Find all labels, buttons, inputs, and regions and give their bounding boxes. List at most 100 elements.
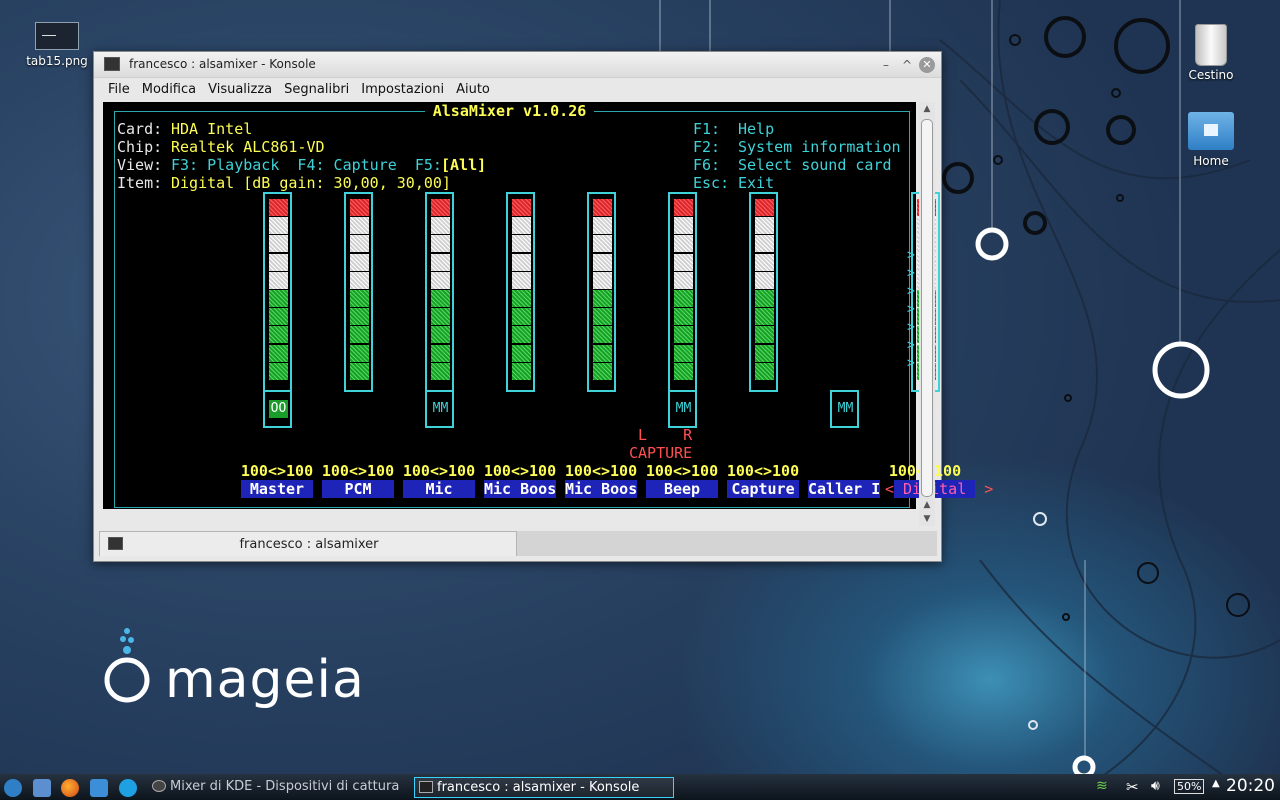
volume-bar-segment	[350, 362, 369, 380]
clock[interactable]: 20:20	[1226, 776, 1275, 796]
help-text-f2: System information	[738, 138, 901, 156]
menu-impostazioni[interactable]: Impostazioni	[355, 82, 450, 97]
volume-bar-segment	[674, 217, 693, 235]
skype-icon[interactable]	[119, 779, 137, 797]
channel-label[interactable]: Mic	[403, 480, 475, 498]
desktop-icon-tab15[interactable]: tab15.png	[22, 22, 92, 68]
volume-bar-segment	[350, 271, 369, 289]
volume-icon[interactable]: 🔊︎	[1151, 778, 1160, 794]
tray-expand-icon[interactable]: ▲	[1212, 778, 1220, 789]
menu-segnalibri[interactable]: Segnalibri	[278, 82, 355, 97]
mute-toggle[interactable]: OO	[263, 390, 292, 428]
maximize-icon[interactable]: ^	[899, 57, 915, 73]
terminal-icon	[104, 57, 120, 71]
scroll-up-icon[interactable]: ▲	[919, 102, 935, 116]
volume-bar[interactable]	[344, 192, 373, 392]
scrollbar-thumb[interactable]	[921, 119, 933, 497]
tab-label: francesco : alsamixer	[239, 537, 379, 552]
volume-bar-segment	[674, 344, 693, 362]
volume-bar-segment	[512, 199, 531, 216]
chip-key: Chip:	[117, 138, 163, 156]
card-value: HDA Intel	[171, 120, 253, 138]
channel-label[interactable]: Capture	[727, 480, 799, 498]
volume-bar-segment	[755, 326, 774, 344]
menu-visualizza[interactable]: Visualizza	[202, 82, 278, 97]
volume-bar-segment	[350, 199, 369, 216]
channel-label[interactable]: PCM	[322, 480, 394, 498]
volume-bar-segment	[512, 362, 531, 380]
volume-bar-segment	[674, 199, 693, 216]
task-kmix[interactable]: Mixer di KDE - Dispositivi di cattura	[148, 777, 410, 798]
menubar: File Modifica Visualizza Segnalibri Impo…	[94, 78, 941, 100]
volume-bar-segment	[350, 217, 369, 235]
menu-aiuto[interactable]: Aiuto	[450, 82, 496, 97]
volume-bar-segment	[269, 308, 288, 326]
volume-bar-segment	[269, 362, 288, 380]
volume-bar-segment	[755, 217, 774, 235]
volume-bar-segment	[593, 235, 612, 253]
item-key: Item:	[117, 174, 163, 192]
capture-indicator: CAPTURE	[629, 444, 693, 462]
konsole-tabbar: francesco : alsamixer	[99, 531, 937, 556]
channel-label[interactable]: Caller I	[808, 480, 880, 498]
scroll-down-icon[interactable]: ▲ ▼	[919, 498, 935, 526]
volume-bar-segment	[431, 326, 450, 344]
tab-alsamixer[interactable]: francesco : alsamixer	[99, 531, 517, 556]
volume-bar-segment	[431, 253, 450, 271]
minimize-icon[interactable]: –	[878, 57, 894, 73]
volume-bar-segment	[593, 290, 612, 307]
volume-bar-segment	[269, 217, 288, 235]
help-text-f1: Help	[738, 120, 775, 138]
volume-bar-segment	[674, 308, 693, 326]
app-launcher-icon[interactable]	[4, 779, 22, 797]
file-manager-icon[interactable]	[33, 779, 51, 797]
wifi-icon[interactable]: ≋	[1096, 778, 1108, 794]
window-titlebar[interactable]: francesco : alsamixer - Konsole – ^ ✕	[94, 52, 941, 78]
volume-bar-segment	[269, 290, 288, 307]
volume-bar-segment	[593, 217, 612, 235]
menu-file[interactable]: File	[102, 82, 136, 97]
battery-indicator[interactable]: 50%	[1174, 779, 1205, 794]
desktop-icon-home[interactable]: Home	[1176, 112, 1246, 168]
view-key: View:	[117, 156, 163, 174]
volume-bar[interactable]	[506, 192, 535, 392]
volume-bar-segment	[431, 217, 450, 235]
dropbox-icon[interactable]	[90, 779, 108, 797]
volume-bar[interactable]	[668, 192, 697, 392]
help-key-esc: Esc:	[693, 174, 730, 192]
terminal-scrollbar[interactable]: ▲ ▲ ▼	[919, 102, 935, 526]
terminal-area[interactable]: AlsaMixer v1.0.26 Card: HDA Intel Chip: …	[103, 102, 993, 509]
mute-toggle[interactable]: MM	[668, 390, 697, 428]
menu-modifica[interactable]: Modifica	[136, 82, 202, 97]
task-konsole[interactable]: francesco : alsamixer - Konsole	[414, 777, 674, 798]
mute-toggle[interactable]: MM	[425, 390, 454, 428]
volume-bar[interactable]	[263, 192, 292, 392]
volume-bar[interactable]	[749, 192, 778, 392]
trash-icon	[1195, 24, 1227, 66]
channel-label[interactable]: Mic Boos	[484, 480, 556, 498]
mageia-logo-icon	[104, 628, 150, 703]
volume-bar-segment	[512, 217, 531, 235]
desktop-icon-label: Cestino	[1188, 68, 1234, 82]
channel-label[interactable]: Master	[241, 480, 313, 498]
view-selected: [All]	[441, 156, 487, 174]
channel-label[interactable]: Mic Boos	[565, 480, 637, 498]
mute-state: MM	[432, 401, 449, 416]
mageia-logo-text: mageia	[165, 650, 365, 710]
volume-bar-segment	[755, 290, 774, 307]
volume-bar-segment	[350, 290, 369, 307]
scissors-icon[interactable]: ✂	[1126, 778, 1139, 796]
volume-bar[interactable]	[425, 192, 454, 392]
close-icon[interactable]: ✕	[919, 57, 935, 73]
konsole-window[interactable]: francesco : alsamixer - Konsole – ^ ✕ Fi…	[93, 51, 993, 562]
volume-bar-segment	[512, 235, 531, 253]
help-key-f6: F6:	[693, 156, 721, 174]
firefox-icon[interactable]	[61, 779, 79, 797]
desktop-icon-trash[interactable]: Cestino	[1176, 24, 1246, 82]
mute-toggle[interactable]: MM	[830, 390, 859, 428]
volume-bar-segment	[269, 344, 288, 362]
volume-value: 100<>100	[321, 462, 395, 480]
channel-label-selected[interactable]: <Digital >	[885, 480, 993, 498]
volume-bar[interactable]	[587, 192, 616, 392]
channel-label[interactable]: Beep	[646, 480, 718, 498]
